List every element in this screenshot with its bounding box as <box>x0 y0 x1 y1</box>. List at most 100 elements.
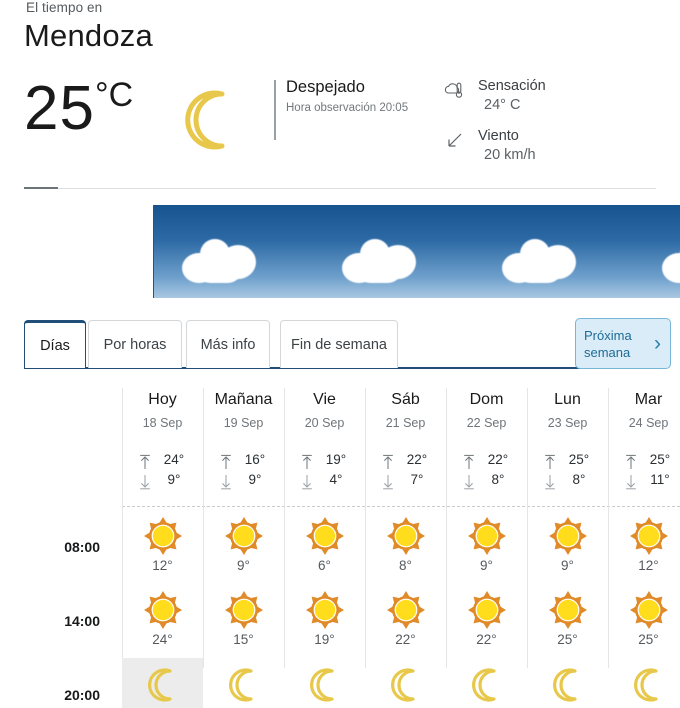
day-max: 25° <box>527 452 608 473</box>
forecast-slot[interactable]: 12° <box>608 510 680 584</box>
tab-por-horas[interactable]: Por horas <box>88 320 182 368</box>
section-divider-accent <box>24 187 58 189</box>
day-column-mar[interactable]: Mar 24 Sep 25° 11° 12° 25° <box>608 380 680 708</box>
day-max: 19° <box>284 452 365 473</box>
day-column-sb[interactable]: Sáb 21 Sep 22° 7° 8° 22° <box>365 380 446 708</box>
sun-icon <box>386 590 426 630</box>
moon-icon <box>305 664 345 704</box>
day-min-value: 9° <box>248 472 262 487</box>
day-column-vie[interactable]: Vie 20 Sep 19° 4° 6° 19° <box>284 380 365 708</box>
arrow-down-icon <box>138 474 152 490</box>
day-max: 16° <box>203 452 284 473</box>
moon-icon <box>629 664 669 704</box>
day-max-value: 16° <box>244 452 266 467</box>
sun-icon <box>548 590 588 630</box>
day-column-lun[interactable]: Lun 23 Sep 25° 8° 9° 25° <box>527 380 608 708</box>
arrow-up-icon <box>219 454 233 470</box>
forecast-slot[interactable]: 8° <box>365 510 446 584</box>
day-minmax: 25° 8° <box>527 452 608 496</box>
forecast-slot[interactable]: 22° <box>446 584 527 658</box>
page-title: Mendoza <box>24 18 153 53</box>
tab-dias[interactable]: Días <box>24 320 86 368</box>
forecast-slot[interactable]: 16° <box>284 658 365 708</box>
weather-page: El tiempo en Mendoza 25°C Despejado Hora… <box>0 0 680 708</box>
arrow-up-icon <box>300 454 314 470</box>
day-max: 24° <box>122 452 203 473</box>
moon-icon <box>224 664 264 704</box>
day-minmax: 22° 7° <box>365 452 446 496</box>
day-column-dom[interactable]: Dom 22 Sep 22° 8° 9° 22° <box>446 380 527 708</box>
cloud-icon <box>662 237 680 283</box>
slot-temperature: 22° <box>395 632 416 647</box>
day-max-value: 22° <box>487 452 509 467</box>
day-minmax: 25° 11° <box>608 452 680 496</box>
day-name: Sáb <box>391 391 420 408</box>
arrow-up-icon <box>381 454 395 470</box>
forecast-slot[interactable]: 18° <box>446 658 527 708</box>
day-min: 9° <box>122 472 203 493</box>
sun-icon <box>548 516 588 556</box>
forecast-slot[interactable]: 12° <box>122 510 203 584</box>
condition-block: Despejado Hora observación 20:05 <box>286 78 446 114</box>
slot-temperature: 12° <box>638 558 659 573</box>
forecast-slot[interactable]: 9° <box>446 510 527 584</box>
day-date: 19 Sep <box>223 416 264 430</box>
day-min: 11° <box>608 472 680 493</box>
moon-icon <box>548 664 588 704</box>
forecast-slot[interactable]: 13° <box>203 658 284 708</box>
day-column-hoy[interactable]: Hoy 18 Sep 24° 9° 12° 24° <box>122 380 203 708</box>
day-name: Mar <box>634 391 663 408</box>
day-min-value: 9° <box>167 472 181 487</box>
forecast-slot[interactable]: 20° <box>527 658 608 708</box>
slot-temperature: 25° <box>557 632 578 647</box>
forecast-slot[interactable]: 22° <box>365 584 446 658</box>
arrow-up-icon <box>543 454 557 470</box>
cloud-icon <box>342 237 416 283</box>
sun-icon <box>386 516 426 556</box>
next-week-label-line2: semana <box>584 345 631 360</box>
forecast-slot[interactable]: 25° <box>527 584 608 658</box>
moon-icon <box>386 664 426 704</box>
day-minmax: 24° 9° <box>122 452 203 496</box>
arrow-up-icon <box>624 454 638 470</box>
day-date: 20 Sep <box>304 416 345 430</box>
arrow-down-icon <box>300 474 314 490</box>
forecast-slot[interactable]: 6° <box>284 510 365 584</box>
day-min-value: 7° <box>410 472 424 487</box>
tab-fin-de-semana[interactable]: Fin de semana <box>280 320 398 368</box>
day-min: 8° <box>446 472 527 493</box>
arrow-down-icon <box>381 474 395 490</box>
forecast-table: 08:00 14:00 20:00 Hoy 18 Sep 24° 9° 12° … <box>24 380 680 708</box>
current-temperature: 25°C <box>24 78 133 140</box>
forecast-slot[interactable]: 19° <box>284 584 365 658</box>
forecast-slot[interactable]: 9° <box>527 510 608 584</box>
next-week-label-line1: Próxima <box>584 328 632 343</box>
observation-time: Hora observación 20:05 <box>286 102 409 114</box>
forecast-slot[interactable]: 25° <box>608 584 680 658</box>
wind-arrow-icon <box>444 130 466 152</box>
forecast-slot[interactable]: 21° <box>608 658 680 708</box>
section-divider <box>24 188 656 189</box>
sun-icon <box>305 516 345 556</box>
forecast-slot[interactable]: 24° <box>122 584 203 658</box>
chevron-right-icon: › <box>654 332 661 355</box>
sun-icon <box>224 516 264 556</box>
day-name: Vie <box>313 391 336 408</box>
forecast-slot[interactable]: 18° <box>365 658 446 708</box>
forecast-slot[interactable]: 15° <box>203 584 284 658</box>
day-date: 18 Sep <box>142 416 183 430</box>
time-label-0800: 08:00 <box>64 539 100 555</box>
slot-temperature: 9° <box>480 558 493 573</box>
sun-icon <box>305 590 345 630</box>
sun-icon <box>467 516 507 556</box>
slot-temperature: 8° <box>399 558 412 573</box>
forecast-slot[interactable]: 24° <box>122 658 203 708</box>
forecast-slot[interactable]: 9° <box>203 510 284 584</box>
next-week-button[interactable]: Próxima semana › <box>575 318 671 369</box>
day-column-maana[interactable]: Mañana 19 Sep 16° 9° 9° 15° <box>203 380 284 708</box>
tab-mas-info[interactable]: Más info <box>186 320 270 368</box>
day-max: 25° <box>608 452 680 473</box>
day-max-value: 25° <box>649 452 671 467</box>
current-temperature-unit: °C <box>94 76 134 114</box>
day-minmax: 19° 4° <box>284 452 365 496</box>
